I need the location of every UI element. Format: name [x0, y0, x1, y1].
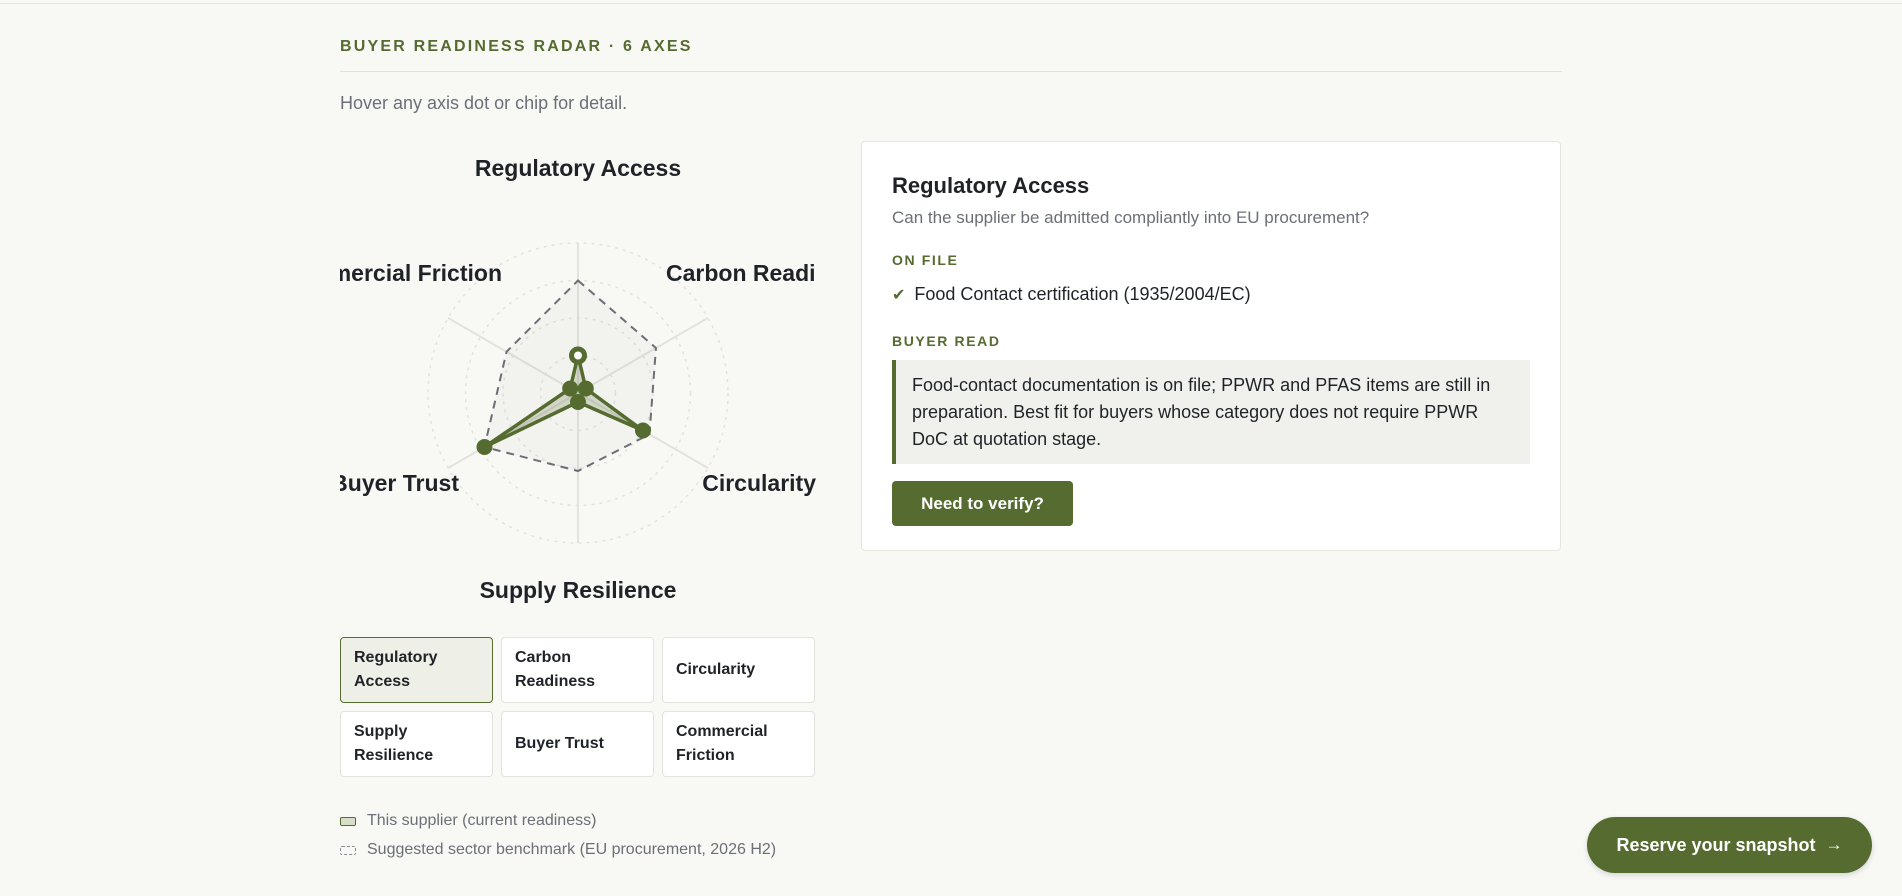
- supplier-point-circularity[interactable]: [634, 422, 651, 439]
- legend-supplier: This supplier (current readiness): [340, 810, 776, 832]
- chip-label: Supply Resilience: [354, 723, 434, 764]
- axis-label-regulatory-access: Regulatory Access: [475, 155, 681, 181]
- cta-label: Reserve your snapshot: [1616, 834, 1816, 855]
- supplier-point-supply-resilience[interactable]: [570, 394, 586, 410]
- axis-label-buyer-trust: Buyer Trust: [340, 470, 459, 496]
- legend-solid-swatch: [340, 816, 356, 826]
- chip-label: Circularity: [676, 661, 756, 678]
- axis-label-supply-resilience: Supply Resilience: [480, 577, 677, 603]
- heading-divider: [340, 71, 1562, 72]
- axis-label-carbon-readiness: Carbon Readiness: [666, 260, 816, 286]
- chip-regulatory-access[interactable]: Regulatory Access: [340, 637, 493, 703]
- benchmark-polygon: [483, 279, 657, 473]
- top-divider: [0, 3, 1902, 4]
- chip-supply-resilience[interactable]: Supply Resilience: [340, 711, 493, 777]
- buyer-read-label: BUYER READ: [892, 333, 1001, 349]
- legend-supplier-label: This supplier (current readiness): [367, 812, 597, 829]
- axis-chips: Regulatory Access Carbon Readiness Circu…: [340, 637, 816, 777]
- reserve-snapshot-button[interactable]: Reserve your snapshot →: [1587, 817, 1872, 873]
- chip-circularity[interactable]: Circularity: [662, 637, 815, 703]
- legend-benchmark: Suggested sector benchmark (EU procureme…: [340, 839, 776, 861]
- chip-label: Carbon Readiness: [515, 649, 596, 690]
- on-file-label: ON FILE: [892, 252, 959, 268]
- chip-label: Regulatory Access: [354, 649, 438, 690]
- detail-title: Regulatory Access: [892, 173, 1090, 198]
- radar-chart: Regulatory Access Carbon Readiness Circula…: [340, 140, 816, 610]
- radar-svg: Regulatory Access Carbon Readiness Circula…: [340, 155, 816, 603]
- axis-detail-panel: Regulatory Access Can the supplier be ad…: [861, 141, 1561, 551]
- axis-label-circularity: Circularity: [702, 470, 816, 496]
- section-heading: BUYER READINESS RADAR · 6 AXES: [340, 38, 693, 55]
- need-to-verify-button[interactable]: Need to verify?: [892, 481, 1073, 526]
- chip-label: Commercial Friction: [676, 723, 768, 764]
- check-icon: ✔: [892, 286, 906, 304]
- on-file-item: ✔ Food Contact certification (1935/2004/…: [892, 284, 1251, 305]
- supplier-point-commercial-friction[interactable]: [562, 380, 579, 397]
- hover-hint: Hover any axis dot or chip for detail.: [340, 93, 628, 113]
- axis-label-commercial-friction: Commercial Friction: [340, 260, 502, 286]
- chip-commercial-friction[interactable]: Commercial Friction: [662, 711, 815, 777]
- chart-legend: This supplier (current readiness) Sugges…: [340, 810, 776, 868]
- on-file-item-text: Food Contact certification (1935/2004/EC…: [914, 284, 1251, 304]
- chip-label: Buyer Trust: [515, 735, 604, 752]
- legend-dashed-swatch: [340, 845, 356, 855]
- chip-carbon-readiness[interactable]: Carbon Readiness: [501, 637, 654, 703]
- supplier-point-buyer-trust[interactable]: [476, 439, 493, 455]
- detail-subtitle: Can the supplier be admitted compliantly…: [892, 208, 1370, 227]
- supplier-point-carbon-readiness[interactable]: [577, 380, 594, 397]
- buyer-read-quote: Food-contact documentation is on file; P…: [892, 360, 1530, 464]
- chip-buyer-trust[interactable]: Buyer Trust: [501, 711, 654, 777]
- legend-benchmark-label: Suggested sector benchmark (EU procureme…: [367, 841, 777, 858]
- arrow-right-icon: →: [1825, 835, 1843, 854]
- supplier-point-regulatory-access[interactable]: [569, 346, 587, 365]
